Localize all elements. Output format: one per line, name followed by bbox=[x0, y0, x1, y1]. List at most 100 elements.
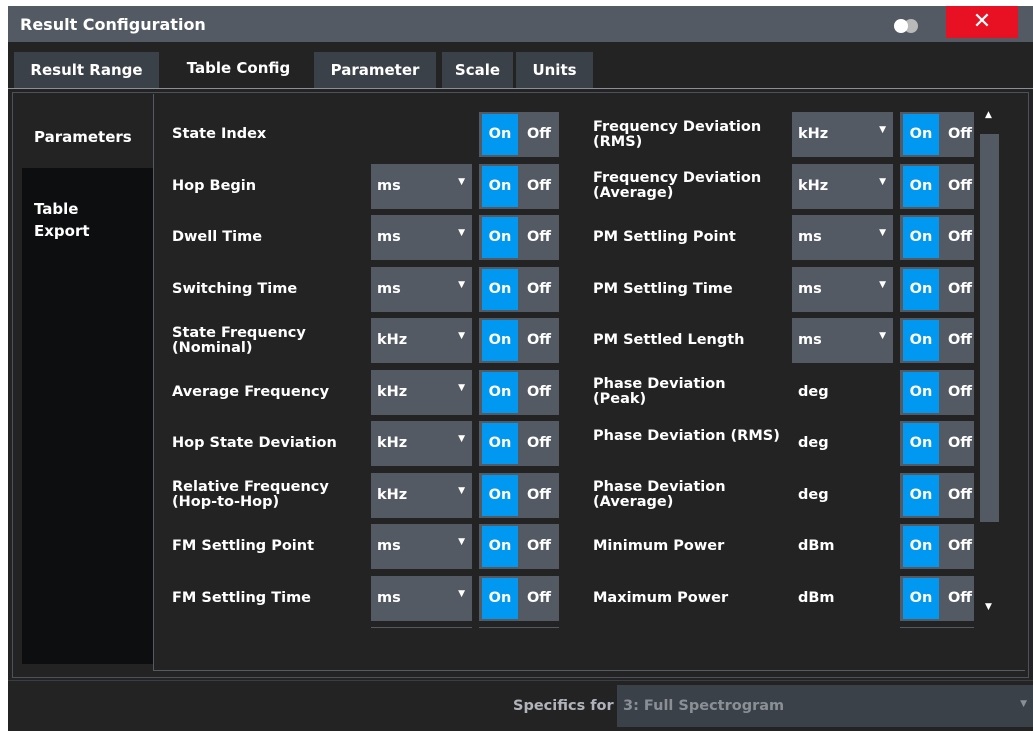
toggle-on-option[interactable]: On bbox=[903, 577, 939, 619]
tab-divider bbox=[8, 88, 1033, 89]
toggle-off-option[interactable]: Off bbox=[520, 269, 558, 310]
unit-dropdown[interactable]: ms ▼ bbox=[371, 266, 472, 312]
toggle-on-option[interactable]: On bbox=[482, 165, 518, 207]
toggle-off-option[interactable]: Off bbox=[520, 372, 558, 413]
toggle-on-option[interactable]: On bbox=[482, 423, 518, 464]
on-off-toggle[interactable]: On Off bbox=[479, 318, 559, 363]
tab-table-config[interactable]: Table Config bbox=[168, 48, 309, 88]
toggle-off-option[interactable]: Off bbox=[520, 578, 558, 619]
toggle-on-option[interactable]: On bbox=[903, 165, 939, 207]
toggle-off-option[interactable]: Off bbox=[941, 217, 974, 258]
on-off-toggle[interactable]: On Off bbox=[900, 266, 974, 312]
on-off-toggle[interactable]: On Off bbox=[900, 575, 974, 621]
on-off-toggle[interactable]: On Off bbox=[900, 112, 974, 157]
unit-dropdown[interactable]: ms ▼ bbox=[371, 524, 472, 569]
toggle-on-option[interactable]: On bbox=[482, 268, 518, 310]
toggle-off-option[interactable]: Off bbox=[520, 166, 558, 207]
on-off-toggle[interactable] bbox=[900, 627, 974, 628]
toggle-on-option[interactable]: On bbox=[482, 320, 518, 361]
on-off-toggle[interactable]: On Off bbox=[479, 266, 559, 312]
title-bar: Result Configuration ✕ bbox=[8, 6, 1033, 42]
on-off-toggle[interactable]: On Off bbox=[479, 575, 559, 621]
toggle-off-option[interactable]: Off bbox=[520, 320, 558, 361]
tab-result-range[interactable]: Result Range bbox=[14, 52, 159, 88]
sidebar-item-parameters[interactable]: Parameters bbox=[22, 104, 153, 168]
scroll-up-icon[interactable]: ▲ bbox=[985, 110, 992, 120]
toggle-on-option[interactable]: On bbox=[903, 268, 939, 310]
toggle-on-option[interactable]: On bbox=[482, 371, 518, 413]
scroll-down-icon[interactable]: ▼ bbox=[985, 602, 992, 612]
unit-dropdown[interactable]: kHz ▼ bbox=[371, 369, 472, 415]
toggle-on-option[interactable]: On bbox=[482, 577, 518, 619]
unit-dropdown[interactable]: ms ▼ bbox=[792, 266, 893, 312]
unit-dropdown[interactable] bbox=[371, 627, 472, 628]
unit-dropdown[interactable]: kHz ▼ bbox=[792, 112, 893, 157]
on-off-toggle[interactable]: On Off bbox=[479, 215, 559, 260]
on-off-toggle[interactable]: On Off bbox=[900, 472, 974, 518]
on-off-toggle[interactable]: On Off bbox=[900, 369, 974, 415]
toggle-on-option[interactable]: On bbox=[482, 217, 518, 258]
toggle-off-option[interactable]: Off bbox=[520, 423, 558, 464]
toggle-on-option[interactable]: On bbox=[482, 526, 518, 567]
unit-dropdown[interactable]: kHz ▼ bbox=[792, 163, 893, 209]
chevron-down-icon: ▼ bbox=[1020, 699, 1027, 709]
tab-units[interactable]: Units bbox=[516, 52, 593, 88]
unit-dropdown[interactable]: ms ▼ bbox=[371, 575, 472, 621]
chevron-down-icon: ▼ bbox=[458, 485, 465, 496]
toggle-off-option[interactable]: Off bbox=[941, 578, 974, 619]
toggle-off-option[interactable]: Off bbox=[941, 114, 974, 155]
toggle-off-option[interactable]: Off bbox=[941, 320, 974, 361]
toggle-on-option[interactable]: On bbox=[903, 474, 939, 516]
unit-dropdown[interactable]: ms ▼ bbox=[371, 215, 472, 260]
unit-dropdown[interactable]: kHz ▼ bbox=[371, 421, 472, 466]
on-off-toggle[interactable]: On Off bbox=[900, 215, 974, 260]
tab-scale[interactable]: Scale bbox=[442, 52, 513, 88]
on-off-toggle[interactable]: On Off bbox=[900, 163, 974, 209]
toggle-on-option[interactable]: On bbox=[903, 217, 939, 258]
sidebar-item-table-export[interactable]: Table Export bbox=[22, 178, 153, 242]
toggle-on-option[interactable]: On bbox=[903, 526, 939, 567]
on-off-toggle[interactable]: On Off bbox=[479, 421, 559, 466]
toggle-on-option[interactable]: On bbox=[482, 474, 518, 516]
unit-dropdown[interactable]: kHz ▼ bbox=[371, 472, 472, 518]
toggle-off-option[interactable]: Off bbox=[520, 114, 558, 155]
toggle-off-option[interactable]: Off bbox=[941, 526, 974, 567]
parameter-label: FM Settling Point bbox=[172, 538, 315, 554]
toggle-off-option[interactable]: Off bbox=[520, 217, 558, 258]
unit-dropdown[interactable]: kHz ▼ bbox=[371, 318, 472, 363]
toggle-off-option[interactable]: Off bbox=[941, 372, 974, 413]
on-off-toggle[interactable]: On Off bbox=[479, 112, 559, 157]
toggle-off-option[interactable]: Off bbox=[941, 269, 974, 310]
toggle-off-option[interactable]: Off bbox=[520, 526, 558, 567]
scroll-thumb[interactable] bbox=[980, 134, 999, 522]
on-off-toggle[interactable]: On Off bbox=[479, 163, 559, 209]
toggle-on-option[interactable]: On bbox=[903, 114, 939, 155]
parameter-label: Phase Deviation (RMS) bbox=[593, 427, 780, 444]
vertical-scrollbar[interactable]: ▲ ▼ bbox=[975, 106, 1006, 624]
on-off-toggle[interactable]: On Off bbox=[900, 318, 974, 363]
unit-value: ms bbox=[798, 280, 822, 297]
toggle-on-option[interactable]: On bbox=[903, 423, 939, 464]
chevron-down-icon: ▼ bbox=[879, 279, 886, 290]
toggle-off-option[interactable]: Off bbox=[941, 423, 974, 464]
tab-parameter[interactable]: Parameter bbox=[314, 52, 436, 88]
close-button[interactable]: ✕ bbox=[946, 6, 1018, 38]
display-toggle-icon[interactable] bbox=[894, 19, 920, 33]
on-off-toggle[interactable]: On Off bbox=[479, 369, 559, 415]
unit-dropdown[interactable]: ms ▼ bbox=[792, 215, 893, 260]
toggle-off-option[interactable]: Off bbox=[941, 166, 974, 207]
toggle-off-option[interactable]: Off bbox=[520, 475, 558, 516]
specifics-select[interactable]: 3: Full Spectrogram ▼ bbox=[617, 685, 1033, 727]
on-off-toggle[interactable]: On Off bbox=[900, 524, 974, 569]
toggle-on-option[interactable]: On bbox=[903, 320, 939, 361]
parameter-label: Phase Deviation (Peak) bbox=[593, 376, 726, 407]
on-off-toggle[interactable]: On Off bbox=[479, 524, 559, 569]
toggle-on-option[interactable]: On bbox=[482, 114, 518, 155]
toggle-on-option[interactable]: On bbox=[903, 371, 939, 413]
unit-dropdown[interactable]: ms ▼ bbox=[792, 318, 893, 363]
toggle-off-option[interactable]: Off bbox=[941, 475, 974, 516]
on-off-toggle[interactable]: On Off bbox=[900, 421, 974, 466]
on-off-toggle[interactable] bbox=[479, 627, 559, 628]
unit-dropdown[interactable]: ms ▼ bbox=[371, 163, 472, 209]
on-off-toggle[interactable]: On Off bbox=[479, 472, 559, 518]
